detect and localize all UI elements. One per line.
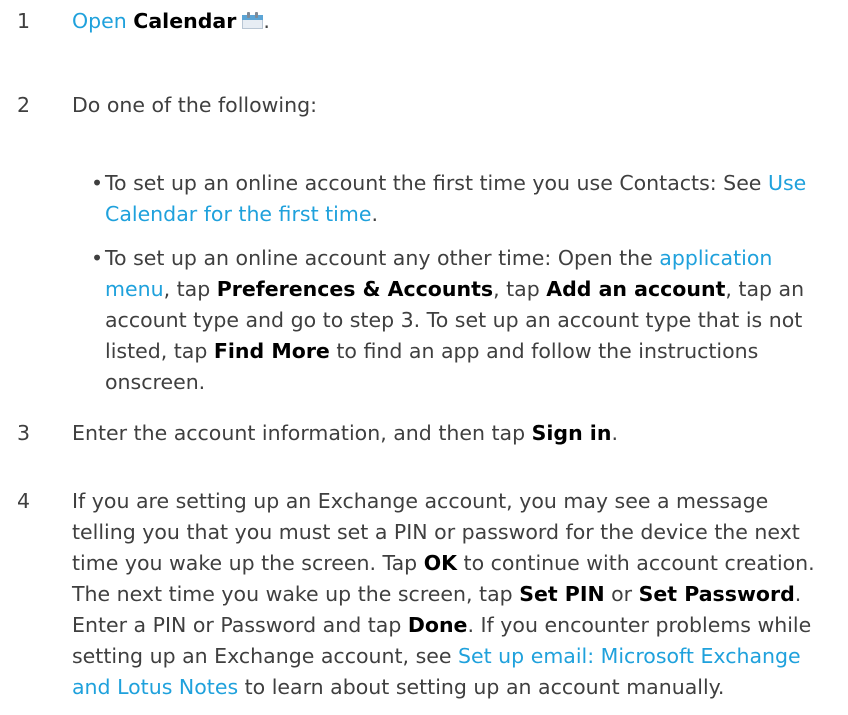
step-4-text: If you are setting up an Exchange accoun…: [72, 489, 815, 699]
step-3-text: Enter the account information, and then …: [72, 421, 618, 445]
sign-in-label: Sign in: [531, 421, 612, 445]
ok-label: OK: [423, 551, 458, 575]
done-label: Done: [407, 613, 468, 637]
set-password-label: Set Password: [638, 582, 795, 606]
list-item: • To set up an online account any other t…: [91, 243, 831, 398]
set-pin-label: Set PIN: [519, 582, 605, 606]
step-2-intro: Do one of the following:: [72, 93, 318, 117]
step-number: 4: [17, 489, 31, 513]
find-more-label: Find More: [213, 339, 330, 363]
open-link[interactable]: Open: [72, 9, 127, 33]
add-account-label: Add an account: [546, 277, 726, 301]
app-name: Calendar: [133, 9, 237, 33]
step-number: 1: [17, 9, 31, 33]
bullet-dot: •: [91, 246, 104, 270]
step-1-text: Open Calendar.: [72, 9, 270, 33]
step-number: 3: [17, 421, 31, 445]
list-item: • To set up an online account the first t…: [91, 168, 831, 230]
bullet-dot: •: [91, 171, 104, 195]
calendar-icon: [242, 11, 264, 29]
step-2-bullets: • To set up an online account the first t…: [91, 168, 831, 398]
preferences-accounts-label: Preferences & Accounts: [216, 277, 494, 301]
step-number: 2: [17, 93, 31, 117]
help-page: 1 Open Calendar. 2 Do one of the followi…: [0, 0, 848, 715]
